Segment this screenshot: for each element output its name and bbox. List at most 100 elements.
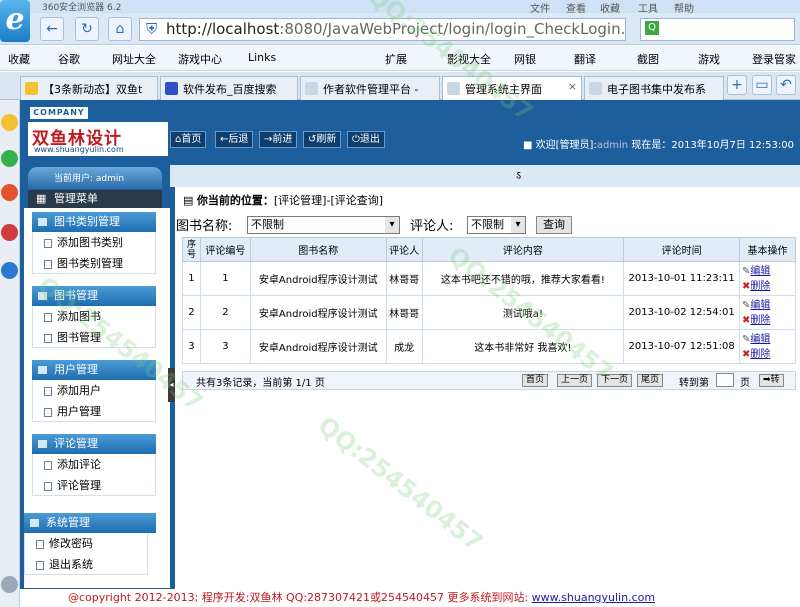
menu-group-book[interactable]: 图书管理 [32,286,156,306]
refresh-icon[interactable]: ↻ [75,17,99,41]
menu-item-add-comment[interactable]: 添加评论 [32,454,156,475]
nav-home-button[interactable]: ⌂首页 [170,131,207,148]
menu-item-add-book-category[interactable]: 添加图书类别 [32,232,156,253]
bookmark-screenshot[interactable]: 截图 [637,51,659,67]
tab-list-icon[interactable]: ▭ [752,75,772,95]
app-icon[interactable] [1,224,18,241]
search-app-icon[interactable] [1,262,18,279]
address-bar[interactable]: ⛨ http://localhost:8080/JavaWebProject/l… [139,18,626,41]
tab-1[interactable]: 【3条新动态】双鱼t [20,76,158,100]
menu-item-change-password[interactable]: 修改密码 [24,533,148,554]
browser-titlebar: 360安全浏览器 6.2 文件 查看 收藏 工具 帮助 [0,0,800,15]
current-user-text: 当前用户: admin [54,174,125,184]
last-page-button[interactable]: 尾页 [637,374,664,387]
goto-button[interactable]: ➡转 [759,374,784,387]
breadcrumb-path: [评论管理]-[评论查询] [273,194,384,207]
bookmark-extensions[interactable]: 扩展 [385,51,407,67]
cell-id: 3 [199,329,251,364]
bookmark-game[interactable]: 游戏 [698,51,720,67]
back-icon[interactable]: ← [40,17,64,41]
bookmark-bank[interactable]: 网银 [514,51,536,67]
cell-ops: ✎编辑 ✖删除 [739,295,796,330]
menu-group-comment[interactable]: 评论管理 [32,434,156,454]
goto-label: 转 [770,375,780,385]
cell-time: 2013-10-07 12:51:08 [623,329,741,364]
menu-item-book-manage[interactable]: 图书管理 [32,327,156,348]
menu-item-add-user[interactable]: 添加用户 [32,380,156,401]
shield-icon: ⛨ [146,20,158,38]
bookmark-login[interactable]: 登录管家 [752,51,796,67]
browser-logo-icon: e [0,0,30,42]
bookmark-games[interactable]: 游戏中心 [178,51,222,67]
tab-2[interactable]: 软件发布_百度搜索 [160,76,298,100]
nav-label: 刷新 [316,134,337,145]
weibo-icon[interactable] [1,184,18,201]
menu-group-book-category[interactable]: 图书类别管理 [32,212,156,232]
list-icon: ▤ [183,194,197,207]
search-input[interactable]: Q [640,18,795,41]
footer-site-link[interactable]: www.shuangyulin.com [532,591,655,604]
bookmark-video[interactable]: 影视大全 [447,51,491,67]
query-button[interactable]: 查询 [536,216,572,234]
logo-url: www.shuangyulin.com [34,145,124,154]
tab-4-active[interactable]: 管理系统主界面 × [442,76,582,101]
collapse-sidebar-handle[interactable]: ◂ [168,368,175,402]
welcome-bar: ■ 欢迎[管理员]:admin 现在是：2013年10月7日 12:53:00 [523,136,794,151]
chat-icon[interactable] [1,150,18,167]
home-icon[interactable]: ⌂ [108,17,132,41]
collapse-icon[interactable]: ऽ [516,168,521,183]
undo-close-icon[interactable]: ↶ [776,75,796,95]
tab-label: 作者软件管理平台 - [323,83,419,96]
edit-link[interactable]: 编辑 [750,334,770,345]
delete-link[interactable]: 删除 [750,349,770,360]
first-page-button[interactable]: 首页 [522,374,549,387]
new-tab-icon[interactable]: + [727,75,747,95]
table-row: 1 1 安卓Android程序设计测试 林哥哥 这本书吧还不错的哦，推荐大家看看… [182,261,796,296]
search-engine-icon[interactable]: Q [645,21,659,35]
tab-5[interactable]: 电子图书集中发布系 [584,76,724,100]
menu-group-user[interactable]: 用户管理 [32,360,156,380]
nav-logout-button[interactable]: ⏻退出 [347,131,385,148]
goto-page-input[interactable] [716,373,734,387]
bookmark-links[interactable]: Links [248,51,276,64]
menu-item-user-manage[interactable]: 用户管理 [32,401,156,422]
favorites-icon[interactable] [1,114,18,131]
next-page-button[interactable]: 下一页 [597,374,633,387]
edit-link[interactable]: 编辑 [750,266,770,277]
menu-item-comment-manage[interactable]: 评论管理 [32,475,156,496]
tab-label: 电子图书集中发布系 [607,83,706,96]
browser-title: 360安全浏览器 6.2 [42,3,122,13]
delete-link[interactable]: 删除 [750,281,770,292]
filter-book-label: 图书名称: [176,219,233,234]
bookmark-nav[interactable]: 网址大全 [112,51,156,67]
menu-item-add-book[interactable]: 添加图书 [32,306,156,327]
table-row: 3 3 安卓Android程序设计测试 成龙 这本书非常好 我喜欢! 2013-… [182,329,796,364]
nav-forward-button[interactable]: →前进 [259,131,298,148]
menu-item-logout[interactable]: 退出系统 [24,554,148,575]
gear-icon[interactable] [1,576,18,593]
cell-book: 安卓Android程序设计测试 [249,295,387,330]
tab-label: 【3条新动态】双鱼t [43,83,143,96]
menu-group-system[interactable]: 系统管理 [24,513,156,533]
current-time: 现在是：2013年10月7日 12:53:00 [631,140,794,151]
cell-ops: ✎编辑 ✖删除 [739,329,796,364]
nav-refresh-button[interactable]: ↺刷新 [303,131,342,148]
header-strip: ऽ [170,165,800,187]
nav-label: 退出 [359,134,380,145]
bookmark-translate[interactable]: 翻译 [574,51,596,67]
filter-book-select[interactable]: 不限制 [247,216,400,234]
delete-link[interactable]: 删除 [750,315,770,326]
bookmark-favorites[interactable]: 收藏 [8,51,30,67]
page-icon [589,82,602,95]
browser-navbar: ← ↻ ⌂ ⛨ http://localhost:8080/JavaWebPro… [0,13,800,45]
bookmark-google[interactable]: 谷歌 [58,51,80,67]
filter-commenter-select[interactable]: 不限制 [467,216,526,234]
close-icon[interactable]: × [568,80,577,93]
footer: @copyright 2012-2013; 程序开发:双鱼林 QQ:287307… [20,589,800,607]
menu-item-book-category-manage[interactable]: 图书类别管理 [32,253,156,274]
side-menu: 图书类别管理 添加图书类别 图书类别管理 图书管理 添加图书 图书管理 用户管理… [24,208,170,588]
prev-page-button[interactable]: 上一页 [557,374,593,387]
edit-link[interactable]: 编辑 [750,300,770,311]
tab-3[interactable]: 作者软件管理平台 - [300,76,440,100]
nav-back-button[interactable]: ←后退 [215,131,254,148]
